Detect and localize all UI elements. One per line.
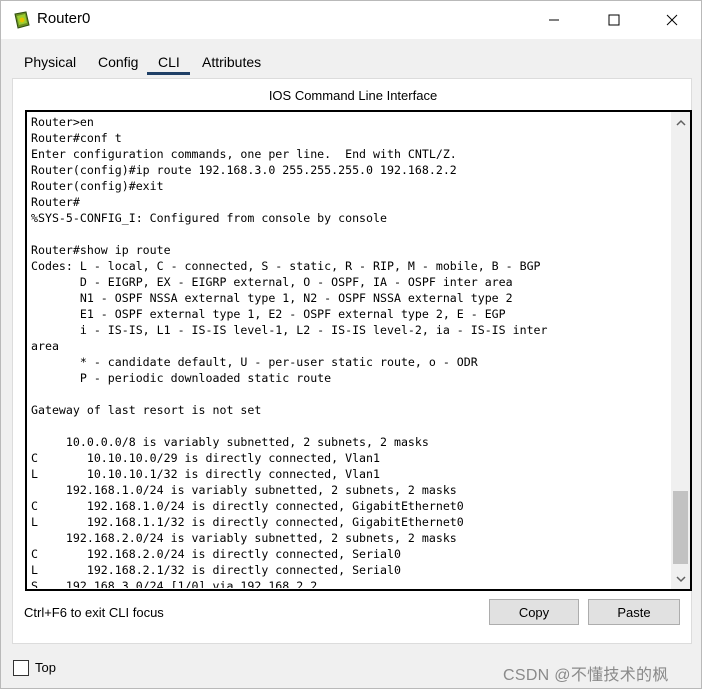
- terminal-line: C 10.10.10.0/29 is directly connected, V…: [31, 451, 381, 465]
- terminal-line: Router#: [31, 195, 80, 209]
- scroll-thumb[interactable]: [673, 491, 688, 564]
- terminal-line: 192.168.2.0/24 is variably subnetted, 2 …: [31, 531, 457, 545]
- terminal-line: E1 - OSPF external type 1, E2 - OSPF ext…: [31, 307, 506, 321]
- scroll-down-button[interactable]: [671, 569, 690, 589]
- terminal-line: Router>en: [31, 115, 94, 129]
- tab-attributes[interactable]: Attributes: [202, 54, 261, 70]
- chevron-down-icon: [675, 575, 686, 582]
- scroll-up-button[interactable]: [671, 112, 690, 132]
- close-icon: [666, 14, 678, 26]
- terminal-line: i - IS-IS, L1 - IS-IS level-1, L2 - IS-I…: [31, 323, 548, 337]
- minimize-button[interactable]: [531, 1, 577, 39]
- tab-physical[interactable]: Physical: [24, 54, 76, 70]
- top-checkbox[interactable]: [13, 660, 29, 676]
- terminal-line: N1 - OSPF NSSA external type 1, N2 - OSP…: [31, 291, 513, 305]
- terminal-line: 192.168.1.0/24 is variably subnetted, 2 …: [31, 483, 457, 497]
- terminal-line: * - candidate default, U - per-user stat…: [31, 355, 478, 369]
- terminal-line: P - periodic downloaded static route: [31, 371, 332, 385]
- paste-button[interactable]: Paste: [588, 599, 680, 625]
- chevron-up-icon: [675, 119, 686, 126]
- terminal-line: %SYS-5-CONFIG_I: Configured from console…: [31, 211, 387, 225]
- active-tab-indicator: [147, 72, 190, 75]
- terminal-line: L 10.10.10.1/32 is directly connected, V…: [31, 467, 381, 481]
- cli-terminal[interactable]: Router>en Router#conf t Enter configuratio…: [25, 110, 692, 591]
- cli-focus-hint: Ctrl+F6 to exit CLI focus: [24, 605, 164, 620]
- top-checkbox-label[interactable]: Top: [35, 660, 56, 675]
- terminal-line: Router#conf t: [31, 131, 122, 145]
- window-title: Router0: [37, 10, 91, 27]
- terminal-line: Router#show ip route: [31, 243, 171, 257]
- tab-bar: Physical Config CLI Attributes: [1, 39, 701, 77]
- maximize-button[interactable]: [591, 1, 637, 39]
- terminal-line: Codes: L - local, C - connected, S - sta…: [31, 259, 541, 273]
- terminal-line: area: [31, 339, 59, 353]
- panel-title: IOS Command Line Interface: [268, 88, 438, 103]
- terminal-line: Router(config)#ip route 192.168.3.0 255.…: [31, 163, 457, 177]
- close-button[interactable]: [649, 1, 695, 39]
- title-bar: Router0: [1, 1, 701, 39]
- terminal-line: L 192.168.2.1/32 is directly connected, …: [31, 563, 401, 577]
- maximize-icon: [608, 14, 620, 26]
- terminal-line: Gateway of last resort is not set: [31, 403, 262, 417]
- cli-panel: IOS Command Line Interface Router>en Rout…: [12, 78, 692, 644]
- terminal-line: S 192.168.3.0/24 [1/0] via 192.168.2.2: [31, 579, 318, 588]
- tab-cli[interactable]: CLI: [158, 54, 180, 70]
- router-window: Router0 Physical Config CLI Attributes I…: [0, 0, 702, 689]
- terminal-line: C 192.168.2.0/24 is directly connected, …: [31, 547, 401, 561]
- csdn-watermark: CSDN @不懂技术的枫: [503, 667, 669, 684]
- terminal-line: 10.0.0.0/8 is variably subnetted, 2 subn…: [31, 435, 429, 449]
- minimize-icon: [549, 19, 559, 21]
- terminal-line: D - EIGRP, EX - EIGRP external, O - OSPF…: [31, 275, 513, 289]
- tab-config[interactable]: Config: [98, 54, 138, 70]
- router-icon: [12, 10, 32, 30]
- terminal-line: C 192.168.1.0/24 is directly connected, …: [31, 499, 464, 513]
- copy-button[interactable]: Copy: [489, 599, 579, 625]
- terminal-output[interactable]: Router>en Router#conf t Enter configuratio…: [31, 114, 661, 588]
- terminal-scrollbar[interactable]: [671, 112, 690, 589]
- terminal-line: Enter configuration commands, one per li…: [31, 147, 457, 161]
- terminal-line: Router(config)#exit: [31, 179, 164, 193]
- terminal-line: L 192.168.1.1/32 is directly connected, …: [31, 515, 464, 529]
